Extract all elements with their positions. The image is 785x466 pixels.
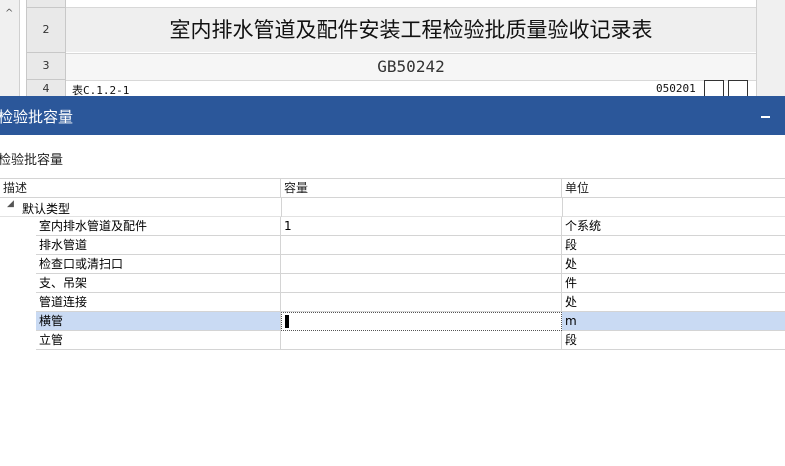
description-cell[interactable]: 室内排水管道及配件 xyxy=(36,217,281,236)
sheet-right-panel xyxy=(756,0,785,96)
description-cell[interactable]: 管道连接 xyxy=(36,293,281,312)
capacity-cell[interactable] xyxy=(281,274,562,293)
capacity-dialog: 检验批容量 检验批容量 描述 容量 单位 ◢ 默认类型 室内排水管道及配件 1 … xyxy=(0,96,785,466)
capacity-input[interactable] xyxy=(281,312,562,331)
scroll-up-icon[interactable]: ^ xyxy=(5,8,13,19)
column-header-description[interactable]: 描述 xyxy=(0,179,281,198)
sheet-left-scrollbar[interactable]: ^ xyxy=(0,0,20,96)
form-number[interactable]: 050201 xyxy=(656,82,696,95)
row-headers: 2 3 4 xyxy=(26,0,66,96)
capacity-cell[interactable] xyxy=(281,331,562,350)
expand-triangle-icon[interactable]: ◢ xyxy=(7,199,14,209)
unit-cell[interactable]: m xyxy=(562,312,785,331)
unit-cell[interactable]: 段 xyxy=(562,331,785,350)
unit-cell[interactable]: 段 xyxy=(562,236,785,255)
text-caret xyxy=(285,315,289,328)
table-row-selected[interactable]: 横管 m xyxy=(0,312,785,331)
table-header: 描述 容量 单位 xyxy=(0,178,785,198)
column-header-unit[interactable]: 单位 xyxy=(562,179,785,198)
form-reference[interactable]: 表C.1.2-1 xyxy=(72,82,129,96)
capacity-cell[interactable]: 1 xyxy=(281,217,562,236)
group-row-default[interactable]: ◢ 默认类型 xyxy=(0,198,785,217)
unit-cell[interactable]: 个系统 xyxy=(562,217,785,236)
table-row[interactable]: 立管 段 xyxy=(0,331,785,350)
sheet-grid: 室内排水管道及配件安装工程检验批质量验收记录表 GB50242 表C.1.2-1… xyxy=(66,0,756,96)
column-header-capacity[interactable]: 容量 xyxy=(281,179,562,198)
capacity-cell[interactable] xyxy=(281,236,562,255)
description-cell[interactable]: 检查口或清扫口 xyxy=(36,255,281,274)
capacity-cell[interactable] xyxy=(281,293,562,312)
description-cell[interactable]: 横管 xyxy=(36,312,281,331)
row-header[interactable]: 3 xyxy=(26,53,66,80)
capacity-cell[interactable] xyxy=(281,255,562,274)
table-row[interactable]: 排水管道 段 xyxy=(0,236,785,255)
table-row[interactable]: 管道连接 处 xyxy=(0,293,785,312)
table-row[interactable]: 支、吊架 件 xyxy=(0,274,785,293)
background-spreadsheet: ^ 2 3 4 室内排水管道及配件安装工程检验批质量验收记录表 GB50242 … xyxy=(0,0,785,96)
dialog-titlebar[interactable]: 检验批容量 xyxy=(0,96,785,135)
table-row[interactable]: 室内排水管道及配件 1 个系统 xyxy=(0,217,785,236)
row-header[interactable]: 2 xyxy=(26,8,66,53)
unit-cell[interactable]: 处 xyxy=(562,255,785,274)
unit-cell[interactable]: 处 xyxy=(562,293,785,312)
number-box[interactable] xyxy=(728,80,748,96)
dialog-subtitle: 检验批容量 xyxy=(0,153,64,168)
number-box[interactable] xyxy=(704,80,724,96)
standard-code[interactable]: GB50242 xyxy=(66,54,756,80)
sheet-title[interactable]: 室内排水管道及配件安装工程检验批质量验收记录表 xyxy=(66,8,756,52)
group-label: 默认类型 xyxy=(22,202,71,216)
capacity-table: 描述 容量 单位 ◢ 默认类型 室内排水管道及配件 1 个系统 排水管道 段 检… xyxy=(0,178,785,350)
row-header[interactable]: 4 xyxy=(26,80,66,96)
minimize-icon[interactable] xyxy=(755,104,775,126)
dialog-title: 检验批容量 xyxy=(0,108,74,126)
unit-cell[interactable]: 件 xyxy=(562,274,785,293)
table-row[interactable]: 检查口或清扫口 处 xyxy=(0,255,785,274)
description-cell[interactable]: 排水管道 xyxy=(36,236,281,255)
description-cell[interactable]: 支、吊架 xyxy=(36,274,281,293)
description-cell[interactable]: 立管 xyxy=(36,331,281,350)
